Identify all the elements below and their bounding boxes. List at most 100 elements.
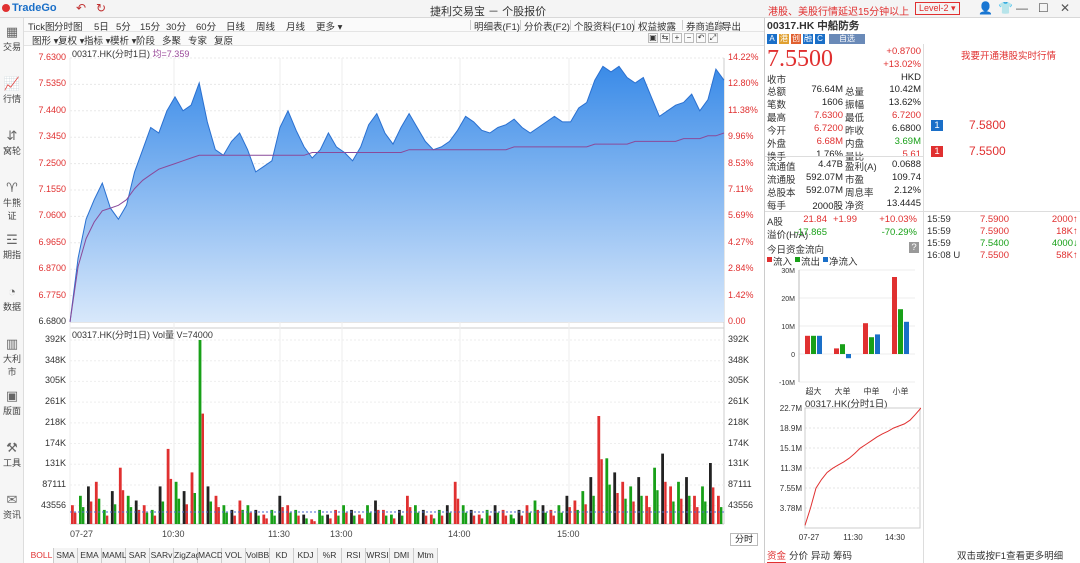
indicator-tab-volbb[interactable]: VolBB [246,548,270,563]
tab-period-10[interactable]: 更多 ▾ [316,19,342,33]
bottom-tab-1[interactable]: 分价 [789,548,808,562]
fund-bar [892,277,897,354]
indicator-tab-macd[interactable]: MACD [198,548,223,563]
stat-label: 流通股 [767,175,796,186]
intraday-chart[interactable]: 00317.HK(分时1日) 均=7.359 00317.HK(分时1日) Vo… [24,46,764,563]
volume-axis-label-right: 305K [728,375,750,386]
indicator-tab-boll[interactable]: BOLL [30,548,54,563]
tab-period-3[interactable]: 5分 [116,19,131,33]
sidebar-item-0[interactable]: ▦ 交易 [0,24,24,53]
toolbar-divider [520,20,521,30]
level-dropdown[interactable]: Level-2 ▾ [915,2,960,15]
tab-period-7[interactable]: 日线 [226,19,245,33]
minimize-icon[interactable]: — [1016,1,1028,15]
indicator-tab-ema[interactable]: EMA [78,548,102,563]
sidebar-item-4[interactable]: ☲ 期指 [0,232,24,261]
sidebar-item-5[interactable]: ◔ 数据 [0,284,24,313]
indicator-tab-%r[interactable]: %R [318,548,342,563]
bottom-tab-2[interactable]: 异动 [811,548,830,562]
sidebar-item-9[interactable]: ✉ 资讯 [0,492,24,521]
toolbar-divider [570,20,571,30]
indicator-tab-sma[interactable]: SMA [54,548,78,563]
price-axis-label: 7.4400 [38,104,66,115]
bottom-tab-0[interactable]: 资金 [767,548,787,563]
sidebar-item-8[interactable]: ⚒ 工具 [0,440,24,469]
sidebar-item-3[interactable]: ♈ 牛熊证 [0,180,24,222]
tab-period-0[interactable]: Tick图 [28,19,55,33]
open-realtime-link[interactable]: 我要开通港股实时行情 [961,48,1056,62]
sidebar-item-2[interactable]: ⇵ 窝轮 [0,128,24,157]
help-icon[interactable]: ? [909,242,919,253]
volume-bar [257,515,260,524]
delay-notice[interactable]: 港股、美股行情延迟15分钟以上 [768,3,909,18]
tab-period-8[interactable]: 周线 [256,19,275,33]
indicator-tab-maml[interactable]: MAML [102,548,127,563]
shirt-icon[interactable]: 👕 [998,1,1013,15]
bottom-tab-3[interactable]: 筹码 [833,548,852,562]
maximize-icon[interactable]: ☐ [1038,1,1049,15]
back-icon[interactable]: ↶ [76,1,86,15]
time-axis-label: 10:30 [162,529,185,539]
chart-tool-6[interactable]: 专家 [188,33,207,47]
chart-tool-7[interactable]: 复原 [214,33,233,47]
tab-info-3[interactable]: 权益披露 [638,19,676,33]
stat-label: 最高 [767,113,787,124]
indicator-tab-sarv[interactable]: SARv [150,548,174,563]
fund-bar [863,323,868,354]
user-icon[interactable]: 👤 [978,1,993,15]
link-icon[interactable]: ⇆ [660,33,670,43]
ask-level: 1 [931,120,943,131]
volume-bar [584,504,587,524]
chart-tool-3[interactable]: 模析 ▾ [110,33,136,47]
fav-button[interactable]: 自选 [829,34,865,44]
period-button[interactable]: 分时 [730,533,758,546]
indicator-tab-dmi[interactable]: DMI [390,548,414,563]
fullscreen-icon[interactable]: ⤢ [708,33,718,43]
tab-info-1[interactable]: 分价表(F2) [524,19,570,33]
indicator-tab-mtm[interactable]: Mtm [414,548,438,563]
chart-tool-4[interactable]: 阶段 [136,33,155,47]
sidebar-item-label: 期指 [2,250,21,260]
indicator-tab-wrsi[interactable]: WRSI [366,548,390,563]
volume-bar [265,518,268,524]
tab-info-2[interactable]: 个股资料(F10) [574,19,635,33]
tab-period-2[interactable]: 5日 [94,19,109,33]
sidebar-item-1[interactable]: 📈 行情 [0,76,24,105]
tab-info-5[interactable]: 导出 [722,19,741,33]
chart-tool-0[interactable]: 图形 ▾ [32,33,58,47]
fund-axis-label: -10M [779,380,795,387]
sidebar-item-6[interactable]: ▥ 大利市 [0,336,24,378]
tab-info-0[interactable]: 明细表(F1) [474,19,520,33]
tab-period-6[interactable]: 60分 [196,19,216,33]
zoom-out-icon[interactable]: − [684,33,694,43]
indicator-tab-vol[interactable]: VOL [222,548,246,563]
chart-tool-5[interactable]: 多聚 [162,33,181,47]
pct-axis-label: 9.96% [728,131,754,142]
volume-bar [222,505,226,524]
undo-icon[interactable]: ↶ [696,33,706,43]
indicator-tab-rsi[interactable]: RSI [342,548,366,563]
tab-period-5[interactable]: 30分 [166,19,186,33]
badge-3: 融 [803,34,813,44]
volume-bar [74,512,77,524]
tab-period-9[interactable]: 月线 [286,19,305,33]
refresh-icon[interactable]: ↻ [96,1,106,15]
zoom-in-icon[interactable]: + [672,33,682,43]
tick-price: 7.5900 [979,214,1009,225]
indicator-tab-kdj[interactable]: KDJ [294,548,318,563]
close-icon[interactable]: ✕ [1060,1,1070,15]
turnover-mini-chart: 22.7M 18.9M 15.1M 11.3M 7.55M 3.78M 07-27 11:30… [780,404,921,542]
stock-code-name: 00317.HK 中船防务 [767,20,860,32]
volume-bar [185,504,188,524]
sidebar-item-7[interactable]: ▣ 版面 [0,388,24,417]
time-axis-label: 07-27 [70,529,94,539]
indicator-tab-zigzag[interactable]: ZigZag [174,548,200,563]
indicator-tab-kd[interactable]: KD [270,548,294,563]
tab-period-1[interactable]: 分时图 [54,19,83,33]
print-icon[interactable]: ▣ [648,33,658,43]
chart-canvas[interactable] [24,46,764,563]
chart-tool-1[interactable]: 复权 ▾ [58,33,84,47]
indicator-tab-sar[interactable]: SAR [126,548,150,563]
tab-period-4[interactable]: 15分 [140,19,160,33]
chart-tool-2[interactable]: 指标 ▾ [84,33,110,47]
